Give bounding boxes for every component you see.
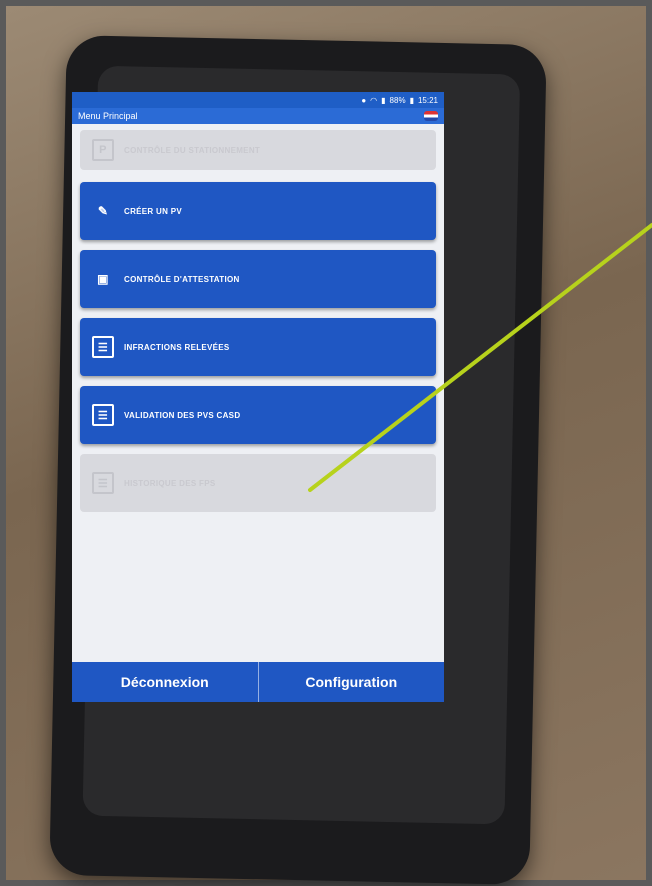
phone-scan-icon: ▣ — [97, 272, 109, 286]
menu-item-label: CONTRÔLE DU STATIONNEMENT — [124, 145, 261, 155]
configuration-button[interactable]: Configuration — [257, 662, 445, 702]
menu-item-label: CRÉER UN PV — [124, 206, 182, 216]
logout-button[interactable]: Déconnexion — [72, 662, 258, 702]
title-bar: Menu Principal — [72, 108, 444, 124]
menu-item-validation-casd[interactable]: ☰ VALIDATION DES PVS CASD — [80, 386, 436, 444]
menu-item-create-pv[interactable]: ✎ CRÉER UN PV — [80, 182, 436, 240]
battery-icon: ▮ — [409, 95, 414, 105]
menu-item-label: INFRACTIONS RELEVÉES — [124, 342, 230, 352]
battery-level: 88% — [389, 95, 406, 105]
menu-item-parking-control: P CONTRÔLE DU STATIONNEMENT — [80, 130, 436, 170]
status-bar: ● ◠ ▮ 88% ▮ 15:21 — [72, 92, 444, 108]
menu-item-recorded-infractions[interactable]: ☰ INFRACTIONS RELEVÉES — [80, 318, 436, 376]
location-icon: ● — [361, 95, 367, 105]
history-list-icon: ☰ — [92, 472, 114, 494]
menu-item-fps-history: ☰ HISTORIQUE DES FPS — [80, 454, 436, 512]
wifi-icon: ◠ — [370, 95, 378, 105]
checklist-icon: ☰ — [92, 336, 114, 358]
checklist-icon: ☰ — [92, 404, 114, 426]
main-menu: P CONTRÔLE DU STATIONNEMENT ✎ CRÉER UN P… — [72, 124, 444, 528]
parking-icon: P — [92, 139, 114, 161]
menu-item-label: HISTORIQUE DES FPS — [124, 478, 216, 488]
menu-item-label: CONTRÔLE D'ATTESTATION — [124, 274, 240, 284]
menu-item-label: VALIDATION DES PVS CASD — [124, 410, 241, 420]
clock: 15:21 — [417, 95, 438, 105]
bottom-bar: Déconnexion Configuration — [72, 662, 444, 702]
pen-icon: ✎ — [97, 204, 109, 218]
app-screen: ● ◠ ▮ 88% ▮ 15:21 Menu Principal P CONTR… — [72, 92, 444, 702]
signal-icon: ▮ — [381, 95, 386, 105]
flag-icon — [424, 111, 438, 121]
page-title: Menu Principal — [78, 111, 138, 121]
menu-item-attestation-control[interactable]: ▣ CONTRÔLE D'ATTESTATION — [80, 250, 436, 308]
